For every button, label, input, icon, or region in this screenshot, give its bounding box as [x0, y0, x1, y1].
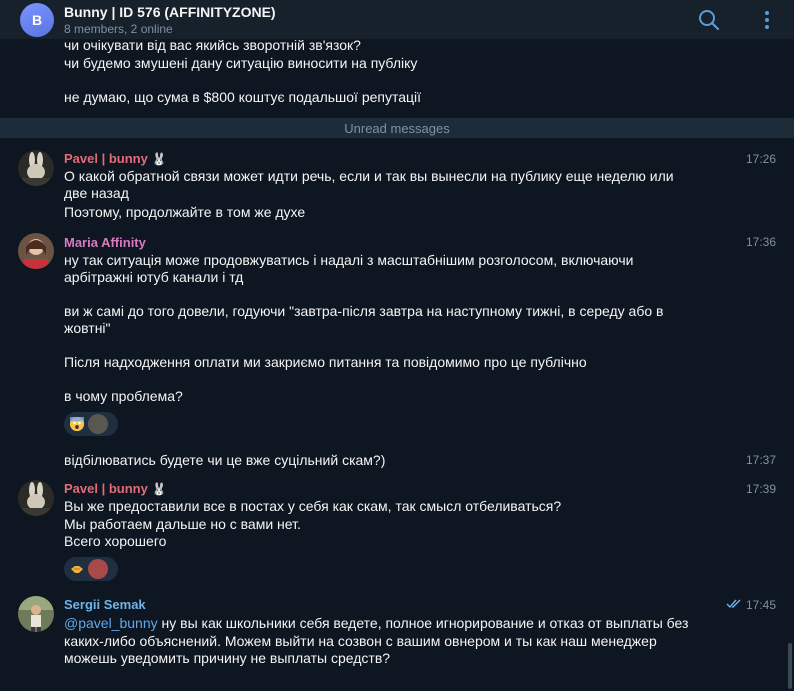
message-text: Всего хорошего [64, 533, 167, 549]
message-text: Мы работаем дальше но с вами нет. [64, 516, 301, 532]
rabbit-emoji-icon: 🐰 [151, 152, 167, 166]
message-text: жовтні" [64, 320, 111, 336]
previous-message: чи очікувати від вас якийсь зворотній зв… [0, 40, 794, 118]
message-text: Вы же предоставили все в постах у себя к… [64, 498, 562, 514]
avatar-pavel[interactable] [18, 150, 54, 186]
fear-emoji-icon [70, 417, 84, 431]
message-text: арбітражні ютуб канали і тд [64, 269, 244, 285]
avatar-pavel[interactable] [18, 480, 54, 516]
message-text: не думаю, що сума в $800 коштує подальшо… [64, 89, 422, 105]
message-time: 17:37 [745, 453, 776, 467]
search-icon[interactable] [697, 8, 721, 32]
sender-name[interactable]: Maria Affinity [64, 235, 146, 250]
message-text: в чому проблема? [64, 388, 183, 404]
scrollbar[interactable] [788, 643, 792, 689]
message-text: ви ж самі до того довели, годуючи "завтр… [64, 303, 664, 319]
chat-header[interactable]: B Bunny | ID 576 (AFFINITYZONE) 8 member… [0, 0, 794, 40]
handshake-emoji-icon [70, 562, 84, 576]
message-reaction[interactable] [64, 557, 118, 581]
chat-avatar[interactable]: B [20, 3, 54, 37]
message-text: відбілюватись будете чи це вже суцільний… [64, 452, 386, 468]
unread-messages-divider: Unread messages [0, 118, 794, 138]
message-time: 17:26 [745, 152, 776, 166]
avatar-sergii[interactable] [18, 596, 54, 632]
reactor-avatar [88, 414, 108, 434]
message-list[interactable]: чи очікувати від вас якийсь зворотній зв… [0, 40, 794, 691]
rabbit-emoji-icon: 🐰 [151, 482, 167, 496]
message-reaction[interactable] [64, 412, 118, 436]
message-text: можешь уведомить причину не выплаты сред… [64, 650, 391, 666]
message-text: Після надходження оплати ми закриємо пит… [64, 354, 587, 370]
message-text: каких-либо объяснений. Можем выйти на со… [64, 633, 657, 649]
message-text: ну так ситуація може продовжуватись і на… [64, 252, 634, 268]
sender-name[interactable]: Pavel | bunny 🐰 [64, 481, 166, 496]
message-time: 17:36 [745, 235, 776, 249]
message-time: 17:39 [745, 482, 776, 496]
message-text: @pavel_bunny ну вы как школьники себя ве… [64, 615, 689, 631]
sender-name[interactable]: Sergii Semak [64, 597, 146, 612]
more-vertical-icon[interactable] [755, 8, 779, 32]
chat-title[interactable]: Bunny | ID 576 (AFFINITYZONE) [64, 4, 276, 20]
message-text: чи очікувати від вас якийсь зворотній зв… [64, 40, 361, 53]
message-text: О какой обратной связи может идти речь, … [64, 168, 674, 184]
reactor-avatar [88, 559, 108, 579]
chat-member-count: 8 members, 2 online [64, 22, 173, 36]
unread-label: Unread messages [344, 120, 450, 136]
message-text: Поэтому, продолжайте в том же духе [64, 204, 306, 220]
double-check-icon [726, 598, 742, 612]
user-mention[interactable]: @pavel_bunny [64, 615, 158, 631]
message-text: чи будемо змушені дану ситуацію виносити… [64, 55, 418, 71]
sender-name[interactable]: Pavel | bunny 🐰 [64, 151, 166, 166]
message-text: две назад [64, 185, 129, 201]
avatar-maria[interactable] [18, 233, 54, 269]
message-time: 17:45 [726, 598, 776, 612]
